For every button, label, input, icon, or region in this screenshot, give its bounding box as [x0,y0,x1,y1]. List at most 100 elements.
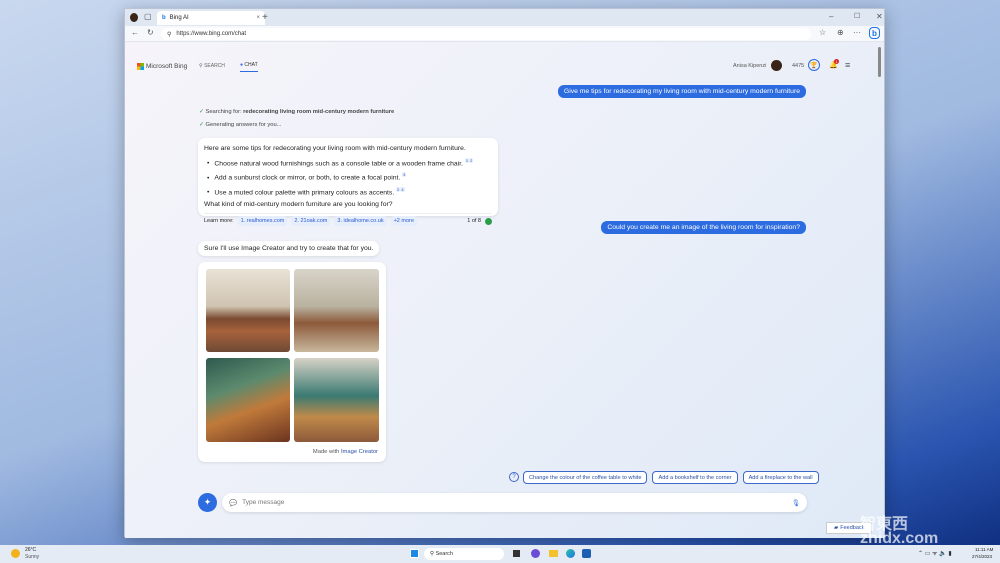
close-tab-icon[interactable]: × [256,15,260,21]
brand-name: Microsoft Bing [146,63,188,70]
weather-temp: 26°C [25,547,37,553]
tip-text: Use a muted colour palette with primary … [214,189,395,197]
back-icon[interactable]: ← [131,28,139,37]
new-tab-button[interactable]: + [262,12,268,23]
microsoft-logo-icon [137,63,144,70]
scrollbar[interactable] [878,47,881,77]
url-text[interactable]: https://www.bing.com/chat [176,31,246,37]
profile-avatar[interactable] [130,13,138,22]
answer-question: What kind of mid-century modern furnitur… [204,200,393,208]
tips-list: Choose natural wood furnishings such as … [204,155,492,199]
image-credit: Made with Image Creator [313,449,378,455]
maximize-button[interactable]: ☐ [854,12,860,20]
search-query: redecorating living room mid-century mod… [243,109,395,115]
close-window-button[interactable]: ✕ [876,12,883,21]
rewards-trophy-icon[interactable]: 🏆 [808,59,820,71]
menu-icon[interactable]: ≡ [845,60,850,70]
message-input[interactable]: 💬 Type message 🎙 [222,493,807,512]
weather-sun-icon[interactable] [11,549,20,558]
taskbar: 26°C Sunny ⚲ Search ⌃ ▭ ᯤ 🔈 ▮ 11:11 AM 2… [0,545,1000,563]
citation[interactable]: 4 [400,187,405,193]
counter-dot-icon [485,217,492,225]
suggestion-chip[interactable]: Add a fireplace to the wall [742,471,819,484]
credit-prefix: Made with [312,449,341,455]
taskbar-search-label: Search [435,551,453,557]
system-tray-icons[interactable]: ⌃ ▭ ᯤ 🔈 ▮ [918,549,952,557]
file-explorer-icon[interactable] [549,550,558,557]
bing-chat-page: Microsoft Bing ⚲ SEARCH ● CHAT Anisa Kip… [125,42,884,538]
start-windows-icon[interactable] [410,549,419,558]
feedback-icon: ▰ [834,525,839,531]
chat-bubble-icon: 💬 [229,499,238,507]
notification-badge: 1 [834,59,839,64]
tab-bing-ai[interactable]: b Bing AI × [157,11,265,25]
collections-icon[interactable]: ⊕ [837,28,844,37]
browser-window: ▢ b Bing AI × + – ☐ ✕ ← ↻ ⚲ https://www.bin… [124,8,885,538]
watermark: 智東西 zhidx.com [860,516,939,547]
tip-text: Choose natural wood furnishings such as … [214,159,464,167]
search-icon: ⚲ [167,31,172,38]
taskbar-search[interactable]: ⚲ Search [424,548,504,560]
new-topic-button[interactable]: ✦ [198,493,217,512]
tab-bar: ▢ b Bing AI × + – ☐ ✕ [125,9,884,26]
store-icon[interactable] [582,549,591,558]
favorite-icon[interactable]: ☆ [819,28,826,37]
tip-item: Choose natural wood furnishings such as … [204,155,492,170]
taskview-icon[interactable] [513,550,520,557]
answer-intro: Here are some tips for redecorating your… [204,145,466,152]
nav-chat-label: CHAT [244,62,258,68]
suggestions-row: Change the colour of the coffee table to… [523,471,819,484]
bing-logo-icon: b [162,15,166,21]
status-prefix: Searching for: [205,109,244,115]
teams-chat-icon[interactable] [531,549,540,558]
edge-icon[interactable] [566,549,575,558]
tip-item: Add a sunburst clock or mirror, or both,… [204,169,492,184]
source-link[interactable]: 2. 21oak.com [291,216,331,227]
image-creator-card: Made with Image Creator [198,262,386,462]
tip-item: Use a muted colour palette with primary … [204,184,492,199]
more-sources-link[interactable]: +2 more [390,216,417,227]
generated-image-4[interactable] [294,358,379,442]
weather-desc: Sunny [25,554,40,560]
tab-title: Bing AI [169,15,189,21]
turn-counter: 1 of 8 [467,218,481,225]
more-icon[interactable]: ··· [853,28,861,37]
citation[interactable]: 2 [469,157,474,163]
image-creator-link[interactable]: Image Creator [341,449,378,455]
minimize-button[interactable]: – [829,12,833,21]
rewards-points[interactable]: 4475 [792,63,804,69]
bot-reply: Sure I'll use Image Creator and try to c… [198,241,380,256]
address-bar[interactable]: ⚲ https://www.bing.com/chat [161,28,811,40]
user-name[interactable]: Anisa Kipenzi [733,63,766,69]
generating-text: Generating answers for you... [205,122,282,128]
tip-text: Add a sunburst clock or mirror, or both,… [214,174,401,182]
bing-sidebar-icon[interactable]: b [869,27,880,39]
nav-search-label: SEARCH [204,63,225,69]
generated-image-1[interactable] [206,269,290,352]
clock-date[interactable]: 27/4/2023 [972,554,992,559]
learn-more-label: Learn more: [204,218,234,225]
suggestion-chip[interactable]: Change the colour of the coffee table to… [523,471,648,484]
help-icon[interactable]: ? [509,472,519,482]
clock-time[interactable]: 11:11 AM [975,547,993,552]
suggestion-chip[interactable]: Add a bookshelf to the corner [652,471,738,484]
status-searching: ✓ Searching for: redecorating living roo… [199,109,394,115]
learn-more-row: Learn more: 1. realhomes.com 2. 21oak.co… [204,213,492,227]
refresh-icon[interactable]: ↻ [147,28,154,37]
source-link[interactable]: 1. realhomes.com [237,216,288,227]
user-avatar[interactable] [771,60,782,71]
citation[interactable]: 3 [402,172,407,178]
input-placeholder: Type message [242,499,285,506]
tab-actions-icon[interactable]: ▢ [144,12,152,21]
source-link[interactable]: 3. idealhome.co.uk [334,216,387,227]
nav-chat[interactable]: ● CHAT [240,62,258,72]
generated-image-3[interactable] [206,358,290,442]
nav-search[interactable]: ⚲ SEARCH [199,63,225,69]
microphone-icon[interactable]: 🎙 [792,499,800,507]
address-bar-row: ← ↻ ⚲ https://www.bing.com/chat ☆ ⊕ ··· b [125,26,884,42]
user-message: Give me tips for redecorating my living … [557,85,806,98]
user-message: Could you create me an image of the livi… [601,221,806,234]
status-generating: ✓ Generating answers for you... [199,122,282,128]
bot-answer-card: Here are some tips for redecorating your… [198,138,498,227]
generated-image-2[interactable] [294,269,379,352]
